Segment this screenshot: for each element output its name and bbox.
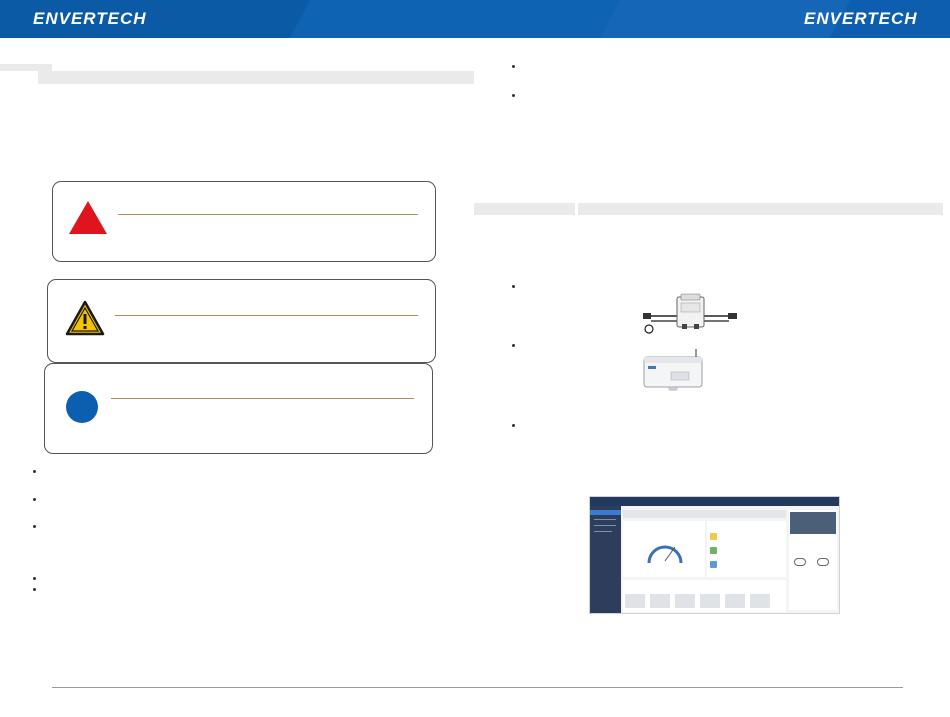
envbridge-gateway-image bbox=[643, 349, 703, 391]
bullet-marker bbox=[33, 577, 36, 580]
bullet-marker bbox=[512, 65, 515, 68]
dashboard-weather-panel bbox=[789, 510, 837, 610]
dashboard-device-grid bbox=[623, 580, 786, 612]
monitoring-dashboard-screenshot bbox=[589, 496, 840, 614]
section-heading-tab bbox=[0, 64, 52, 71]
bullet-marker bbox=[512, 285, 515, 288]
dashboard-info-panel bbox=[707, 521, 786, 577]
bullet-marker bbox=[33, 470, 36, 473]
dashboard-stats-row bbox=[623, 510, 786, 518]
danger-callout bbox=[52, 181, 436, 262]
dashboard-gauge-panel bbox=[623, 521, 705, 577]
bullet-marker bbox=[33, 525, 36, 528]
warning-triangle-icon bbox=[65, 300, 105, 336]
callout-divider bbox=[111, 398, 414, 399]
footer-divider bbox=[52, 687, 903, 688]
bullet-marker bbox=[33, 498, 36, 501]
warning-callout bbox=[47, 279, 436, 363]
dashboard-topbar bbox=[590, 497, 839, 506]
info-circle-icon bbox=[66, 391, 98, 423]
bullet-marker bbox=[512, 344, 515, 347]
gauge-icon bbox=[647, 545, 683, 564]
section-heading-tab bbox=[474, 203, 575, 215]
section-heading-bar bbox=[38, 71, 474, 84]
bullet-marker bbox=[512, 94, 515, 97]
section-heading-bar bbox=[578, 203, 943, 215]
info-callout bbox=[44, 363, 433, 454]
callout-divider bbox=[115, 315, 418, 316]
header-banner: ENVERTECH ENVERTECH bbox=[0, 0, 950, 38]
bullet-marker bbox=[512, 424, 515, 427]
dashboard-sidebar bbox=[590, 506, 621, 613]
bullet-marker bbox=[33, 588, 36, 591]
brand-logo-right: ENVERTECH bbox=[804, 9, 918, 28]
danger-triangle-icon bbox=[69, 201, 107, 234]
callout-divider bbox=[118, 214, 418, 215]
brand-logo-left: ENVERTECH bbox=[33, 9, 147, 28]
microinverter-image bbox=[643, 293, 737, 334]
